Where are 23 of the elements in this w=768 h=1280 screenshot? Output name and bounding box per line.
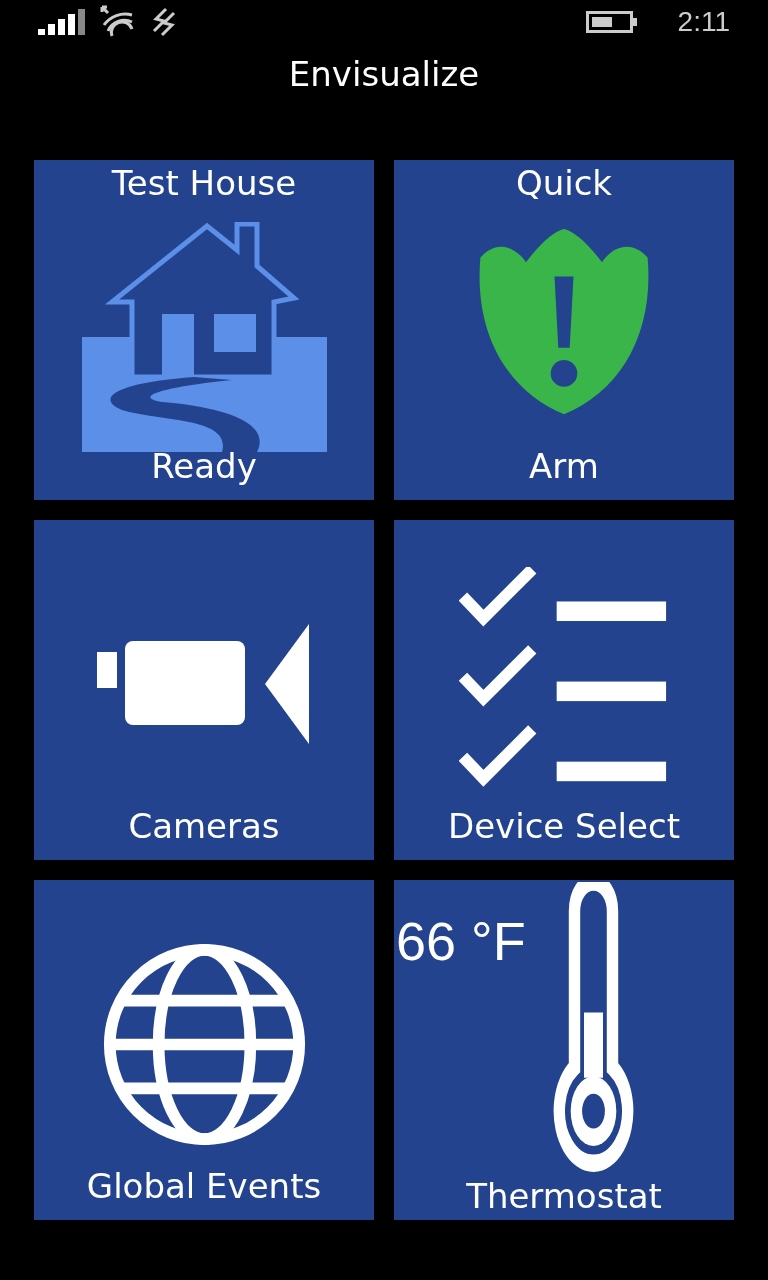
tile-label: Device Select bbox=[448, 805, 680, 848]
tile-label: Thermostat bbox=[466, 1175, 662, 1218]
temperature-reading: 66 °F bbox=[396, 910, 526, 972]
app-tile[interactable]: Global Events bbox=[34, 880, 374, 1220]
tile-label: Arm bbox=[529, 445, 599, 488]
signal-icon bbox=[38, 9, 86, 35]
app-tile[interactable]: Device Select bbox=[394, 520, 734, 860]
video-camera-icon bbox=[96, 624, 312, 744]
tile-label: Ready bbox=[151, 445, 257, 488]
app-tile[interactable]: Test House Ready bbox=[34, 160, 374, 500]
app-tile[interactable]: Cameras bbox=[34, 520, 374, 860]
app-tile[interactable]: 66 °F Thermostat bbox=[394, 880, 734, 1220]
app-tile[interactable]: Quick Arm bbox=[394, 160, 734, 500]
globe-icon bbox=[101, 941, 307, 1147]
app-title: Envisualize bbox=[287, 53, 481, 96]
clock-time: 2:11 bbox=[677, 6, 730, 38]
tile-title: Quick bbox=[515, 162, 613, 205]
tile-title: Test House bbox=[111, 162, 297, 205]
battery-icon bbox=[585, 11, 638, 33]
wifi-icon bbox=[100, 5, 136, 39]
squiggle-icon bbox=[150, 7, 178, 37]
tile-label: Cameras bbox=[128, 805, 280, 848]
tile-label: Global Events bbox=[86, 1165, 322, 1208]
